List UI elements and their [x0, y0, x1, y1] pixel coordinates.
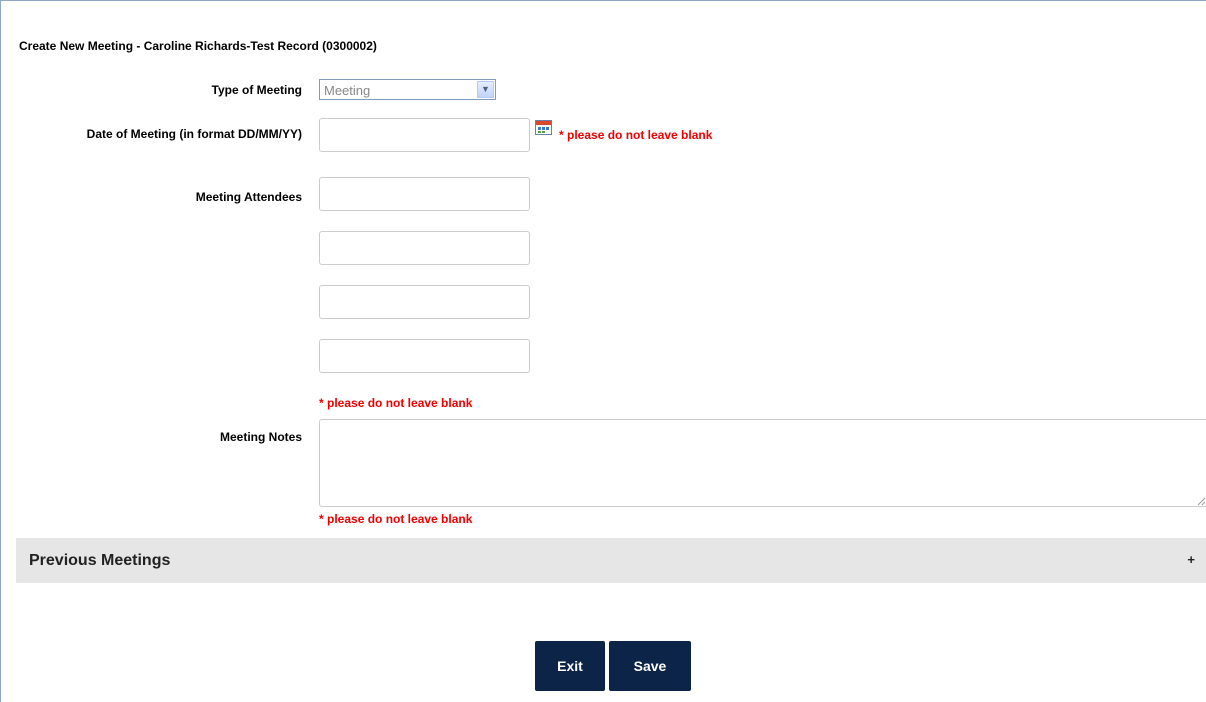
attendee-input-1[interactable] [319, 177, 530, 211]
expand-toggle-icon[interactable]: + [1187, 552, 1195, 567]
previous-meetings-title: Previous Meetings [29, 552, 171, 569]
resize-handle-icon[interactable] [1196, 496, 1206, 506]
chevron-down-icon[interactable]: ▼ [477, 81, 494, 98]
meeting-attendees-error: * please do not leave blank [319, 396, 473, 410]
calendar-icon[interactable] [535, 120, 552, 135]
page-title: Create New Meeting - Caroline Richards-T… [19, 39, 377, 53]
meeting-attendees-label: Meeting Attendees [195, 190, 302, 204]
exit-button[interactable]: Exit [535, 641, 605, 691]
meeting-notes-error: * please do not leave blank [319, 512, 473, 526]
date-of-meeting-error: * please do not leave blank [559, 128, 713, 142]
save-button[interactable]: Save [609, 641, 691, 691]
attendee-input-2[interactable] [319, 231, 530, 265]
type-of-meeting-label: Type of Meeting [211, 83, 302, 97]
date-of-meeting-input[interactable] [319, 118, 530, 152]
meeting-notes-label: Meeting Notes [219, 430, 302, 444]
previous-meetings-section[interactable]: Previous Meetings + [16, 538, 1206, 583]
date-of-meeting-label: Date of Meeting (in format DD/MM/YY) [86, 127, 302, 141]
window-left-border [0, 0, 1, 702]
meeting-notes-textarea[interactable] [319, 419, 1206, 507]
attendee-input-4[interactable] [319, 339, 530, 373]
attendee-input-3[interactable] [319, 285, 530, 319]
window-top-border [0, 0, 1206, 1]
type-of-meeting-value: Meeting [324, 83, 371, 98]
type-of-meeting-select[interactable]: Meeting ▼ [319, 79, 496, 100]
